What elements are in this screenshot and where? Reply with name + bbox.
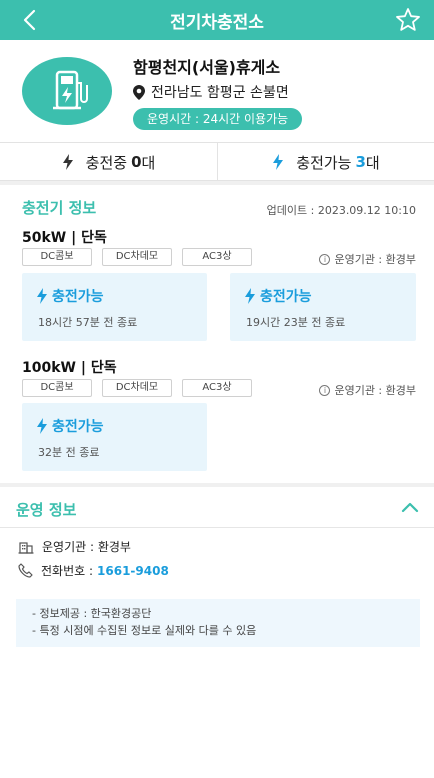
charger-status-label: 충전가능 (52, 289, 104, 305)
charger-ended-time: 18시간 57분 전 종료 (38, 316, 138, 329)
connector-tag: AC3상 (182, 379, 252, 397)
location-pin-icon (133, 84, 145, 100)
charging-count-cell: 충전중 0 대 (0, 143, 218, 181)
charger-status-label: 충전가능 (260, 289, 312, 305)
app-header: 전기차충전소 (0, 0, 434, 40)
phone-number-link[interactable]: 1661-9408 (97, 564, 169, 578)
chevron-up-icon[interactable] (400, 500, 420, 514)
charger-counts: 충전중 0 대 충전가능 3 대 (0, 143, 434, 181)
connector-tag: DC차데모 (102, 379, 172, 397)
connector-tag: DC차데모 (102, 248, 172, 266)
charger-group-heading: 100kW | 단독 (22, 360, 117, 376)
station-summary: 함평천지(서울)휴게소 전라남도 함평군 손불면 운영시간 : 24시간 이용가… (0, 40, 434, 143)
charger-card[interactable]: 충전가능 18시간 57분 전 종료 (22, 273, 207, 341)
charger-info-title: 충전기 정보 (22, 199, 97, 217)
available-unit: 대 (365, 153, 380, 172)
notice-line: - 특정 시점에 수집된 정보로 실제와 다를 수 있음 (32, 624, 257, 637)
data-notice: - 정보제공 : 한국환경공단 - 특정 시점에 수집된 정보로 실제와 다를 … (16, 599, 420, 647)
lightning-bolt-icon (62, 154, 73, 170)
connector-tag: DC콤보 (22, 379, 92, 397)
station-address-row: 전라남도 함평군 손불면 (133, 82, 289, 102)
charging-label: 충전중 (85, 153, 128, 172)
connector-tags: DC콤보 DC차데모 AC3상 (22, 379, 262, 397)
charger-status: 충전가능 (244, 286, 312, 306)
charger-status: 충전가능 (36, 286, 104, 306)
operation-info-section: 운영 정보 운영기관 : 환경부 전화번호 : 1661-9408 - 정보제공… (0, 487, 434, 667)
lightning-bolt-icon (37, 418, 47, 434)
operator-row: 운영기관 : 환경부 (18, 538, 131, 555)
phone-label: 전화번호 : (41, 564, 94, 578)
ev-charger-icon (53, 70, 88, 110)
charger-status: 충전가능 (36, 416, 104, 436)
lightning-bolt-icon (245, 288, 255, 304)
connector-tag: DC콤보 (22, 248, 92, 266)
hours-badge: 운영시간 : 24시간 이용가능 (133, 108, 303, 130)
station-logo (22, 57, 112, 125)
charger-ended-time: 32분 전 종료 (38, 446, 100, 459)
phone-icon (18, 563, 33, 578)
available-count-cell: 충전가능 3 대 (218, 143, 434, 181)
info-circle-icon: i (319, 253, 331, 265)
notice-line: - 정보제공 : 한국환경공단 (32, 607, 152, 620)
station-name: 함평천지(서울)휴게소 (133, 58, 281, 77)
charger-operator: i 운영기관 : 환경부 (319, 251, 416, 267)
info-circle-icon: i (319, 384, 331, 396)
charging-unit: 대 (141, 153, 156, 172)
station-address: 전라남도 함평군 손불면 (151, 85, 289, 101)
charger-group-heading: 50kW | 단독 (22, 230, 107, 246)
charger-ended-time: 19시간 23분 전 종료 (246, 316, 346, 329)
connector-tag: AC3상 (182, 248, 252, 266)
operation-info-title: 운영 정보 (16, 501, 77, 519)
available-label: 충전가능 (296, 153, 352, 172)
operator-text: 운영기관 : 환경부 (334, 253, 416, 266)
available-count: 3 (355, 153, 366, 171)
operator-text: 운영기관 : 환경부 (334, 384, 416, 397)
page-title: 전기차충전소 (170, 13, 264, 33)
phone-row: 전화번호 : 1661-9408 (18, 562, 169, 579)
lightning-bolt-icon (273, 154, 284, 170)
charger-info-section: 충전기 정보 업데이트 : 2023.09.12 10:10 50kW | 단독… (0, 185, 434, 483)
lightning-bolt-icon (37, 288, 47, 304)
star-outline-icon[interactable] (394, 6, 422, 34)
charger-card[interactable]: 충전가능 32분 전 종료 (22, 403, 207, 471)
charging-count: 0 (131, 153, 142, 171)
charger-status-label: 충전가능 (52, 419, 104, 435)
operator-text: 운영기관 : 환경부 (42, 540, 131, 554)
building-icon (18, 541, 34, 554)
update-time: 업데이트 : 2023.09.12 10:10 (266, 204, 416, 217)
charger-operator: i 운영기관 : 환경부 (319, 382, 416, 398)
divider (0, 527, 434, 528)
charger-card[interactable]: 충전가능 19시간 23분 전 종료 (230, 273, 416, 341)
connector-tags: DC콤보 DC차데모 AC3상 (22, 248, 262, 266)
